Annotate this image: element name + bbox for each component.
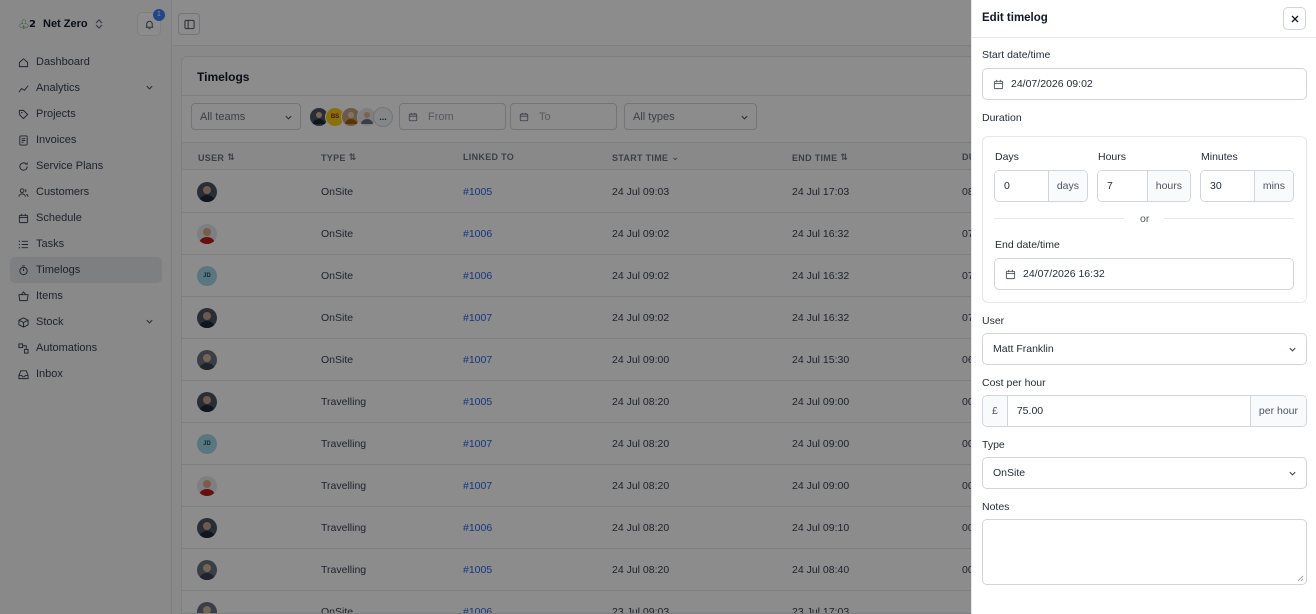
minutes-label: Minutes	[1201, 151, 1238, 163]
cost-per-hour-label: Cost per hour	[982, 377, 1046, 389]
start-datetime-value: 24/07/2026 09:02	[1011, 78, 1093, 90]
divider	[994, 218, 1124, 219]
start-datetime-input[interactable]: 24/07/2026 09:02	[982, 68, 1307, 100]
resize-handle-icon[interactable]	[1297, 575, 1304, 582]
or-separator: or	[1140, 213, 1150, 225]
hours-input[interactable]: 7	[1098, 171, 1147, 201]
currency-prefix: £	[983, 396, 1008, 426]
notes-label: Notes	[982, 501, 1010, 513]
start-datetime-label: Start date/time	[982, 49, 1051, 61]
calendar-icon	[993, 79, 1004, 89]
cost-input[interactable]: 75.00	[1007, 396, 1250, 426]
chevron-down-icon	[1289, 471, 1296, 476]
duration-label: Duration	[982, 112, 1022, 124]
drawer-title: Edit timelog	[982, 12, 1048, 24]
days-label: Days	[995, 151, 1019, 163]
calendar-icon	[1005, 269, 1016, 279]
end-datetime-label: End date/time	[995, 239, 1060, 251]
user-label: User	[982, 315, 1005, 327]
days-unit: days	[1047, 171, 1087, 201]
modal-overlay[interactable]	[0, 0, 971, 614]
type-label: Type	[982, 439, 1005, 451]
chevron-down-icon	[1289, 347, 1296, 352]
end-datetime-value: 24/07/2026 16:32	[1023, 268, 1105, 280]
hours-label: Hours	[1098, 151, 1127, 163]
user-select[interactable]: Matt Franklin	[982, 333, 1307, 365]
divider	[972, 37, 1316, 38]
edit-timelog-drawer: Edit timelog Start date/time 24/07/2026 …	[971, 0, 1316, 614]
minutes-input[interactable]: 30	[1201, 171, 1254, 201]
close-button[interactable]	[1283, 7, 1306, 30]
type-select[interactable]: OnSite	[982, 457, 1307, 489]
minutes-input-group: 30 mins	[1200, 170, 1294, 202]
end-datetime-input[interactable]: 24/07/2026 16:32	[994, 258, 1294, 290]
hours-input-group: 7 hours	[1097, 170, 1191, 202]
days-input[interactable]: 0	[995, 171, 1048, 201]
minutes-unit: mins	[1253, 171, 1293, 201]
type-select-value: OnSite	[993, 467, 1026, 479]
user-select-value: Matt Franklin	[993, 343, 1054, 355]
divider	[1164, 218, 1294, 219]
cost-input-group: £ 75.00 per hour	[982, 395, 1307, 427]
notes-textarea[interactable]	[982, 519, 1307, 585]
days-input-group: 0 days	[994, 170, 1088, 202]
cost-suffix: per hour	[1249, 396, 1306, 426]
hours-unit: hours	[1146, 171, 1190, 201]
close-icon	[1291, 15, 1298, 22]
